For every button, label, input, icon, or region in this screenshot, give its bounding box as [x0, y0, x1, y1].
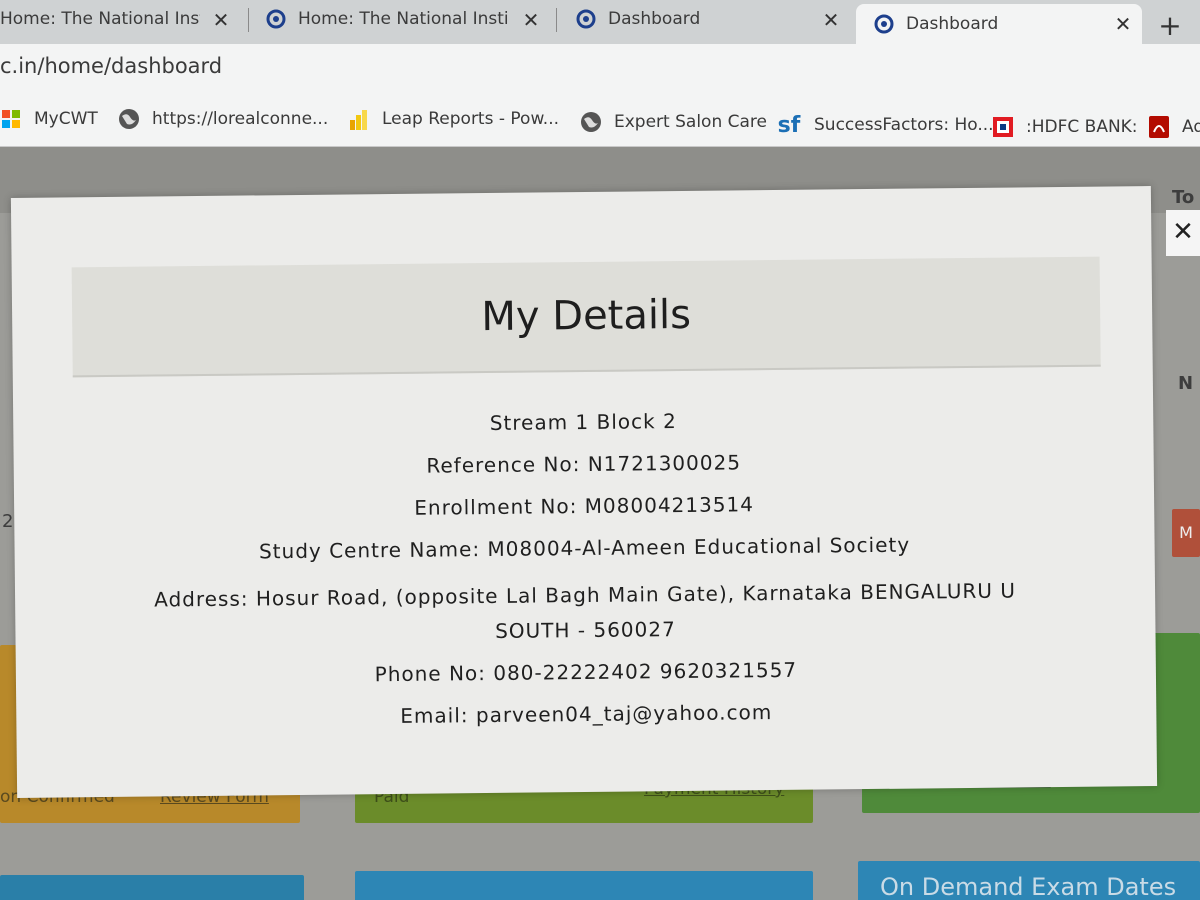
bookmark-label: Leap Reports - Pow...	[382, 109, 559, 129]
tab-close-icon[interactable]: ✕	[210, 8, 232, 32]
tab-label: Home: The National Instit	[298, 9, 508, 29]
bookmark-successfactors[interactable]: sf SuccessFactors: Ho...	[776, 112, 994, 138]
my-details-modal: My Details Stream 1 Block 2 Reference No…	[10, 186, 1158, 798]
enrollment-number: Enrollment No: M08004213514	[414, 492, 755, 520]
bookmark-expert-salon[interactable]: Expert Salon Care	[580, 109, 767, 135]
url-text[interactable]: c.in/home/dashboard	[0, 54, 222, 78]
modal-close-button[interactable]: ✕	[1166, 210, 1200, 256]
hdfc-icon	[992, 116, 1014, 138]
bookmark-mycwt[interactable]: MyCWT	[0, 106, 98, 132]
tab-dashboard-1[interactable]: Dashboard ✕	[576, 0, 850, 38]
modal-title: My Details	[481, 291, 692, 341]
tile-bottom-2[interactable]	[355, 871, 813, 900]
tab-separator	[248, 8, 249, 32]
nios-favicon-icon	[576, 9, 596, 29]
tab-dashboard-active[interactable]: Dashboard ✕	[856, 4, 1142, 44]
tab-close-icon[interactable]: ✕	[520, 8, 542, 32]
tile-bottom-1[interactable]	[0, 875, 304, 900]
new-tab-button[interactable]: +	[1148, 8, 1192, 48]
email-address: Email: parveen04_taj@yahoo.com	[400, 700, 773, 728]
details-list: Stream 1 Block 2 Reference No: N17213000…	[53, 404, 1116, 749]
bookmark-label: SuccessFactors: Ho...	[814, 115, 994, 135]
bookmarks-bar: MyCWT https://lorealconne... Leap Report…	[0, 92, 1200, 147]
side-button[interactable]: M	[1172, 509, 1200, 557]
modal-header: My Details	[71, 256, 1101, 378]
bookmark-label: :HDFC BANK:	[1026, 117, 1138, 137]
tab-strip: Home: The National Instit ✕ Home: The Na…	[0, 0, 1200, 44]
nios-favicon-icon	[874, 14, 894, 34]
address-line-2: SOUTH - 560027	[495, 617, 676, 643]
tab-separator	[556, 8, 557, 32]
bookmark-adobe[interactable]: Ad	[1148, 114, 1200, 140]
successfactors-icon: sf	[777, 112, 801, 138]
side-number: 2	[2, 511, 14, 532]
on-demand-exam-title: On Demand Exam Dates	[880, 873, 1177, 900]
bookmark-leap-reports[interactable]: Leap Reports - Pow...	[348, 106, 559, 132]
stream-block: Stream 1 Block 2	[489, 409, 677, 435]
pdf-icon	[1148, 116, 1170, 138]
bookmark-label: https://lorealconne...	[152, 109, 329, 129]
browser-window: Home: The National Instit ✕ Home: The Na…	[0, 0, 1200, 900]
bookmark-label: MyCWT	[34, 109, 98, 129]
tab-label: Dashboard	[906, 14, 999, 34]
tab-label: Dashboard	[608, 9, 701, 29]
powerbi-icon	[348, 108, 370, 130]
tab-close-icon[interactable]: ✕	[1112, 12, 1134, 36]
address-line-1: Address: Hosur Road, (opposite Lal Bagh …	[154, 578, 1017, 612]
nios-favicon-icon	[266, 9, 286, 29]
header-right-text: To	[1172, 187, 1195, 208]
bookmark-label: Ad	[1182, 117, 1200, 137]
tab-label: Home: The National Instit	[0, 9, 200, 29]
bookmark-loreal[interactable]: https://lorealconne...	[118, 106, 328, 132]
globe-icon	[118, 108, 140, 130]
microsoft-icon	[0, 108, 22, 130]
bookmark-label: Expert Salon Care	[614, 112, 767, 132]
reference-number: Reference No: N1721300025	[426, 450, 742, 478]
address-bar[interactable]: c.in/home/dashboard	[0, 44, 1200, 92]
tab-close-icon[interactable]: ✕	[820, 8, 842, 32]
right-side-text: N	[1178, 373, 1194, 394]
tab-home-2[interactable]: Home: The National Instit ✕	[266, 0, 550, 38]
globe-icon	[580, 111, 602, 133]
study-centre-name: Study Centre Name: M08004-Al-Ameen Educa…	[258, 532, 911, 564]
bookmark-hdfc[interactable]: :HDFC BANK:	[992, 114, 1138, 140]
phone-number: Phone No: 080-22222402 9620321557	[374, 657, 798, 687]
tab-home-1[interactable]: Home: The National Instit ✕	[0, 0, 240, 38]
